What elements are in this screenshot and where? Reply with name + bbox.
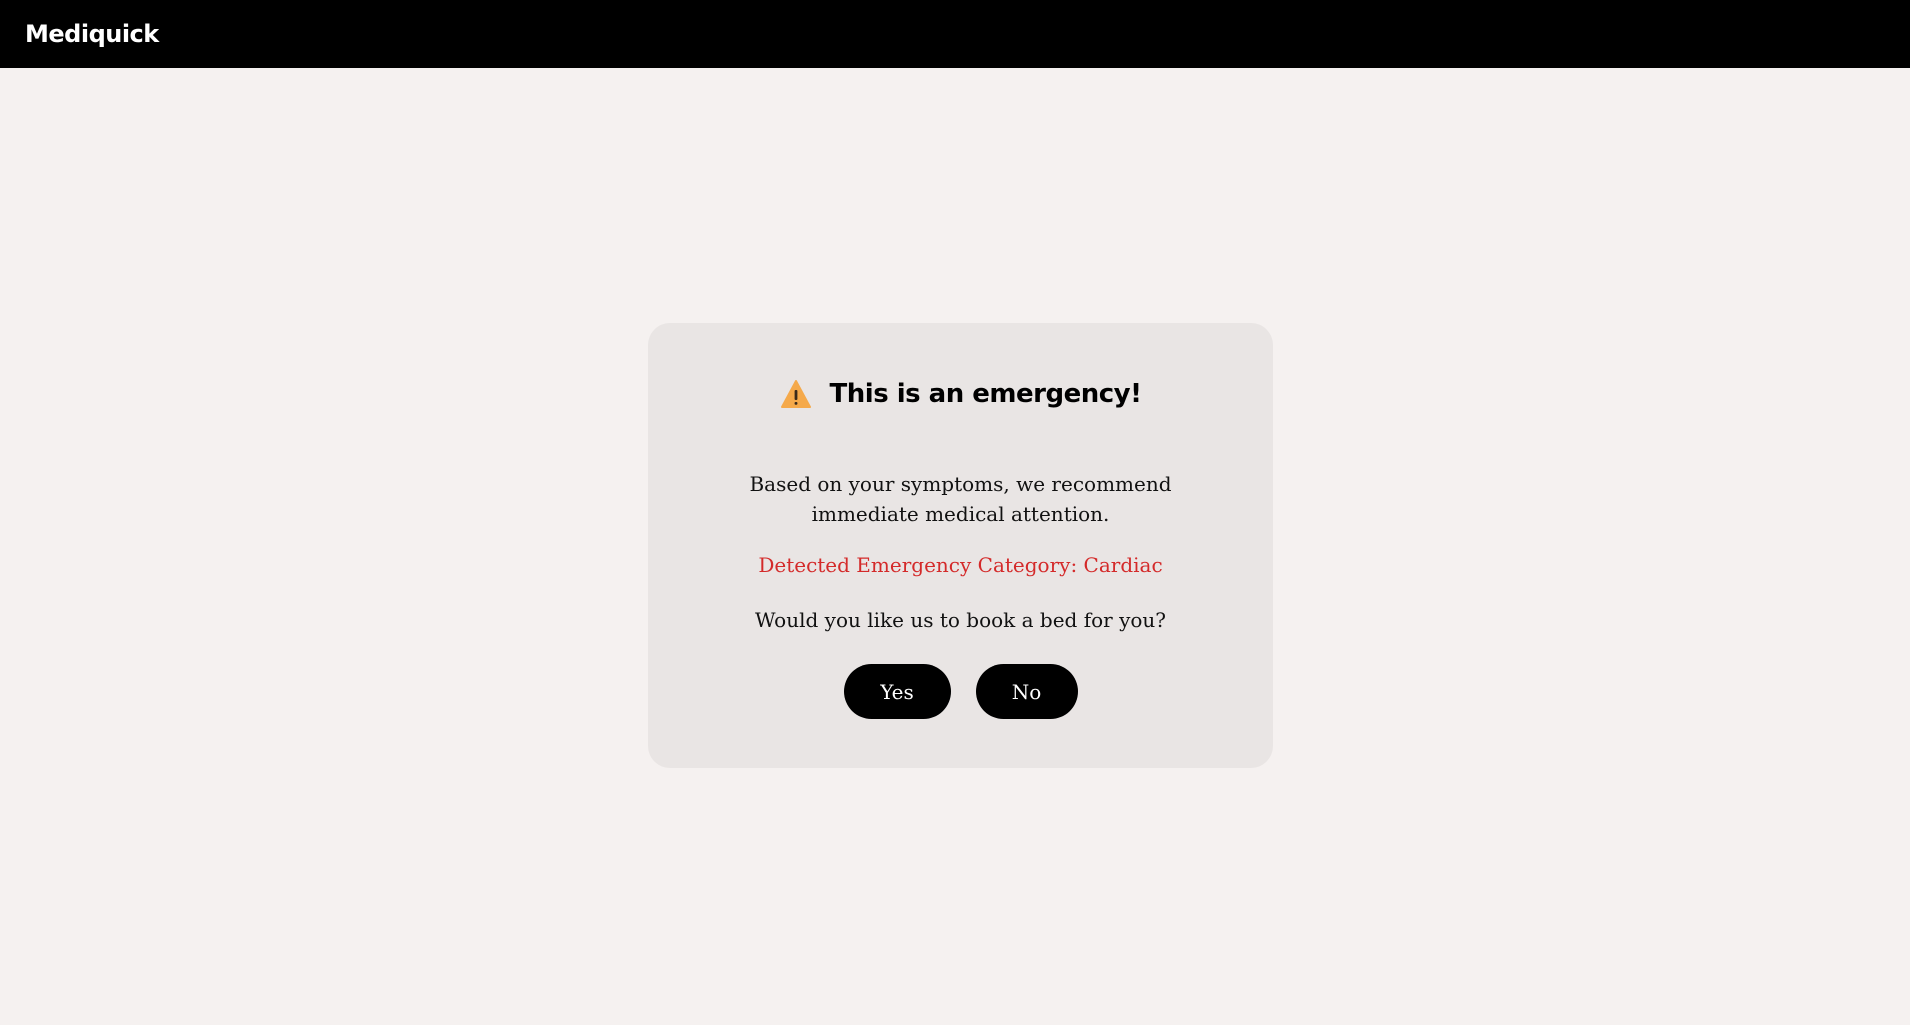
emergency-dialog: This is an emergency! Based on your symp… <box>648 323 1273 768</box>
dialog-heading: This is an emergency! <box>648 379 1273 409</box>
brand-logo[interactable]: Mediquick <box>25 20 159 48</box>
recommendation-message: Based on your symptoms, we recommend imm… <box>749 472 1172 526</box>
dialog-title: This is an emergency! <box>829 379 1142 409</box>
emergency-category: Detected Emergency Category: Cardiac <box>758 553 1163 577</box>
dialog-actions: Yes No <box>648 664 1273 719</box>
no-button[interactable]: No <box>975 664 1078 719</box>
warning-icon <box>780 379 812 409</box>
yes-button[interactable]: Yes <box>843 664 951 719</box>
booking-question: Would you like us to book a bed for you? <box>754 608 1167 632</box>
top-navbar: Mediquick <box>0 0 1910 68</box>
